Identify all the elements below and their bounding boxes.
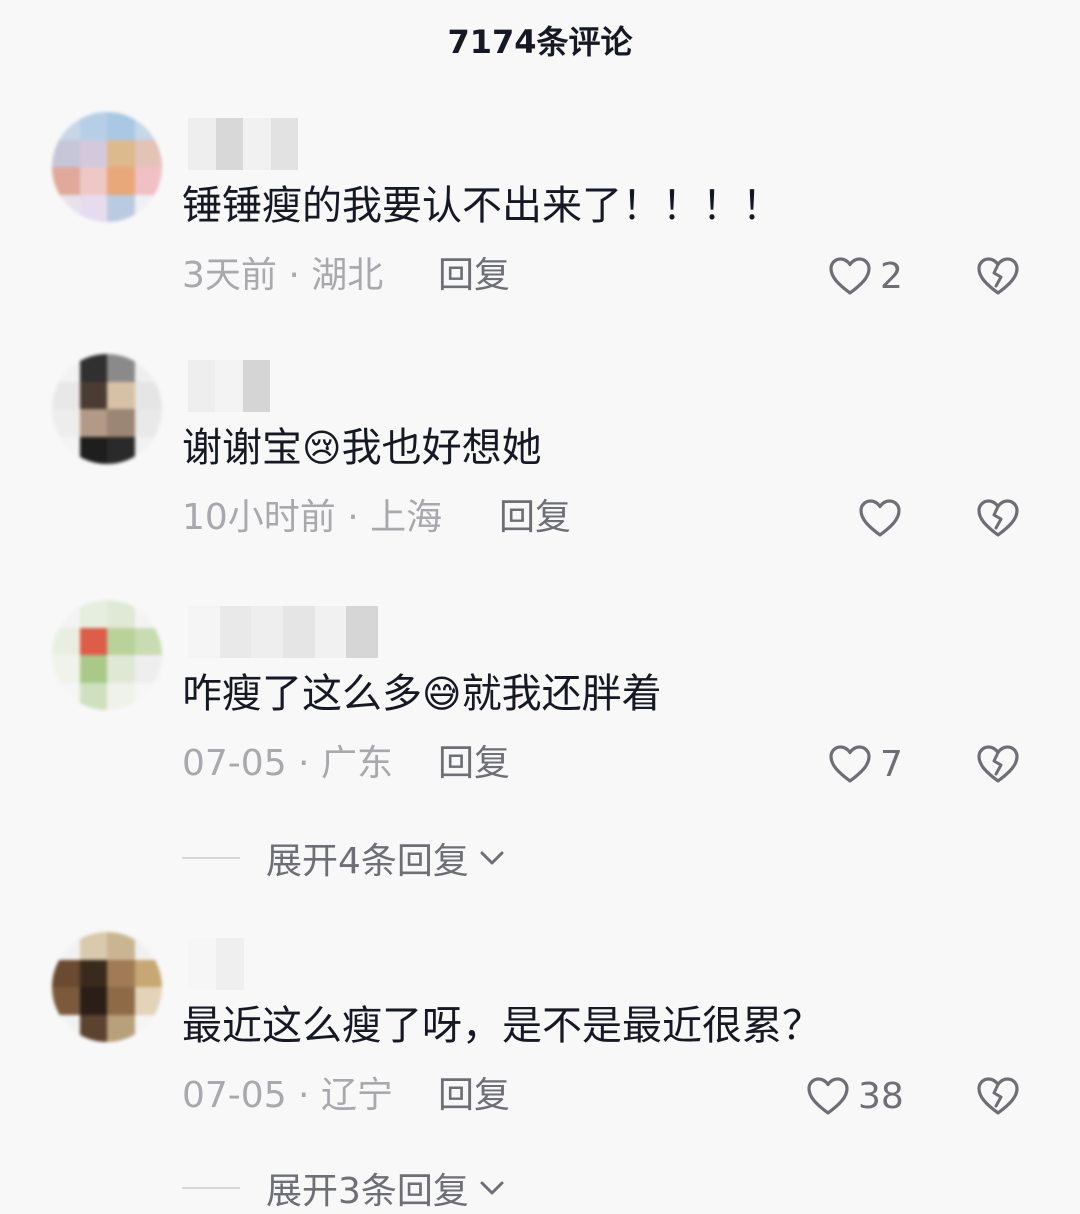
comment-text: 最近这么瘦了呀，是不是最近很累？ [182, 1003, 822, 1049]
username-pixelated[interactable] [188, 606, 379, 658]
avatar[interactable] [52, 112, 162, 222]
expand-replies-button[interactable]: 展开4条回复 [182, 834, 507, 882]
divider-line [182, 857, 240, 859]
expand-replies-label: 展开3条回复 [266, 1171, 469, 1212]
like-button[interactable]: 2 [826, 250, 903, 302]
avatar[interactable] [52, 354, 162, 464]
comment-text: 咋瘦了这么多😅就我还胖着 [182, 668, 662, 720]
reply-button[interactable]: 回复 [499, 494, 571, 542]
heart-outline-icon [829, 745, 871, 783]
comment-text-part: 谢谢宝 [182, 425, 302, 471]
avatar[interactable] [52, 600, 162, 710]
like-button[interactable] [856, 492, 904, 544]
like-count: 2 [880, 255, 903, 297]
broken-heart-icon [977, 1077, 1019, 1115]
comment-text-part: 就我还胖着 [461, 671, 662, 717]
broken-heart-icon [977, 499, 1019, 537]
comment-time-location: 07-05 · 辽宁 [182, 1075, 393, 1116]
reply-button[interactable]: 回复 [438, 252, 510, 300]
comment-text: 谢谢宝😢我也好想她 [182, 422, 542, 474]
chevron-down-icon [480, 851, 504, 865]
like-count: 38 [858, 1075, 904, 1117]
avatar[interactable] [52, 932, 162, 1042]
heart-outline-icon [829, 257, 871, 295]
comment-time-location: 10小时前 · 上海 [182, 497, 443, 538]
username-pixelated[interactable] [188, 938, 244, 990]
reply-button[interactable]: 回复 [438, 740, 510, 788]
reply-button[interactable]: 回复 [438, 1072, 510, 1120]
comment-text-part: 我也好想她 [341, 425, 542, 471]
chevron-down-icon [480, 1181, 504, 1195]
dislike-button[interactable] [974, 738, 1024, 790]
like-count: 7 [880, 743, 903, 785]
comment-count-title: 7174条评论 [447, 23, 633, 61]
broken-heart-icon [977, 257, 1019, 295]
broken-heart-icon [977, 745, 1019, 783]
heart-outline-icon [859, 499, 901, 537]
comment-time-location: 07-05 · 广东 [182, 743, 393, 784]
username-pixelated[interactable] [188, 118, 298, 170]
like-button[interactable]: 7 [826, 738, 903, 790]
expand-replies-label: 展开4条回复 [266, 841, 469, 882]
sweat-smile-emoji: 😅 [422, 672, 462, 716]
like-button[interactable]: 38 [804, 1070, 904, 1122]
divider-line [182, 1187, 240, 1189]
heart-outline-icon [807, 1077, 849, 1115]
crying-emoji: 😢 [302, 426, 342, 470]
username-pixelated[interactable] [188, 360, 270, 412]
comments-header: 7174条评论 [0, 0, 1080, 80]
comment-text-part: 咋瘦了这么多 [182, 671, 422, 717]
dislike-button[interactable] [974, 250, 1024, 302]
comment-time-location: 3天前 · 湖北 [182, 255, 384, 296]
dislike-button[interactable] [974, 1070, 1024, 1122]
comment-text: 锤锤瘦的我要认不出来了！！！！ [182, 183, 782, 229]
expand-replies-button[interactable]: 展开3条回复 [182, 1164, 507, 1212]
dislike-button[interactable] [974, 492, 1024, 544]
